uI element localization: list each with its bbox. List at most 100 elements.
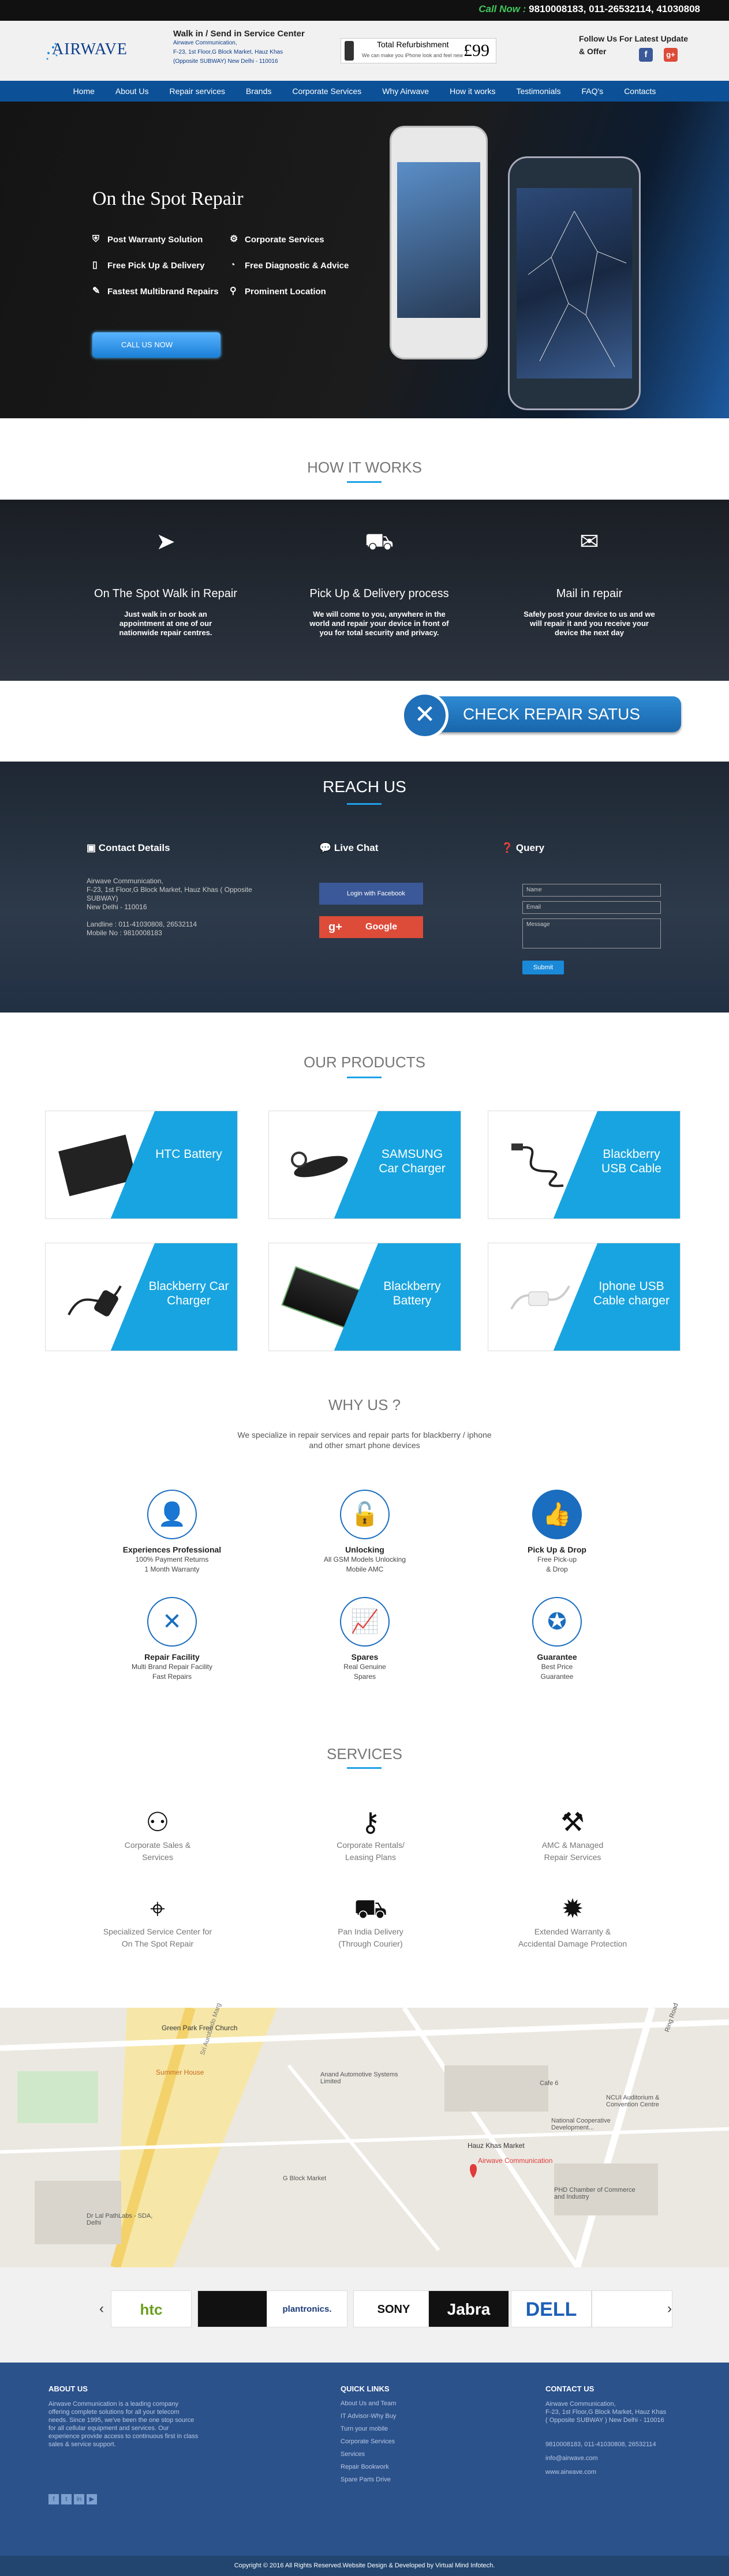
service-item: ✹ Extended Warranty & Accidental Damage Pr…	[498, 1892, 648, 1949]
hero-title: On the Spot Repair	[92, 188, 244, 209]
nav-contacts[interactable]: Contacts	[614, 81, 666, 102]
call-us-button[interactable]: CALL US NOW	[92, 332, 220, 358]
chevron-left-icon[interactable]: ‹	[99, 2301, 104, 2317]
logo-text: AIRWAVE	[52, 40, 128, 58]
check-label: CHECK REPAIR SATUS	[463, 705, 641, 723]
social-icons: f t in ▶	[48, 2494, 97, 2504]
google-login-button[interactable]: g+ Google	[319, 916, 423, 938]
service-item: ⛟ Pan India Delivery (Through Courier)	[296, 1892, 446, 1949]
title-underline	[347, 1077, 382, 1078]
call-numbers[interactable]: 9810008183, 011-26532114, 41030808	[529, 3, 700, 14]
step-text: We will come to you, anywhere in the wor…	[309, 610, 449, 637]
services-title: SERVICES	[326, 1745, 402, 1763]
product-card[interactable]: Blackberry Car Charger	[45, 1243, 238, 1351]
why-title: WHY US ?	[328, 1396, 401, 1413]
links-heading: QUICK LINKS	[341, 2384, 390, 2393]
nav-why[interactable]: Why Airwave	[372, 81, 439, 102]
brand-logo-dell[interactable]: DELL	[511, 2290, 592, 2327]
email-field[interactable]: Email	[522, 901, 661, 914]
quick-link[interactable]: Turn your mobile	[341, 2423, 396, 2435]
usb-cable-image	[506, 1137, 575, 1194]
google-plus-icon: g+	[328, 921, 342, 933]
product-name: HTC Battery	[155, 1148, 222, 1161]
youtube-icon[interactable]: ▶	[87, 2494, 97, 2504]
nav-how[interactable]: How it works	[439, 81, 506, 102]
refurb-banner[interactable]: Total Refurbishment We can make you iPho…	[341, 38, 496, 63]
nav-testimonials[interactable]: Testimonials	[506, 81, 571, 102]
nav-brands[interactable]: Brands	[235, 81, 282, 102]
feature-item: ◔ Free Diagnostic & Advice	[230, 260, 349, 271]
google-plus-icon[interactable]: g+	[664, 48, 678, 62]
facebook-icon[interactable]: f	[639, 48, 653, 62]
thumbs-up-icon: 👍	[532, 1490, 582, 1539]
submit-button[interactable]: Submit	[522, 961, 564, 974]
name-field[interactable]: Name	[522, 884, 661, 897]
location-map[interactable]: Green Park Free Church Summer House Anan…	[0, 2002, 729, 2267]
walkin-line: F-23, 1st Floor,G Block Market, Hauz Kha…	[173, 49, 283, 55]
brand-logo-jabra[interactable]: Jabra	[428, 2290, 509, 2327]
quick-link[interactable]: About Us and Team	[341, 2397, 396, 2410]
check-repair-status-button[interactable]: ✕ CHECK REPAIR SATUS	[401, 692, 681, 739]
brand-logo-apple[interactable]	[592, 2290, 672, 2327]
map-label: Dr Lal PathLabs - SDA, Delhi	[87, 2213, 153, 2226]
walkin-line: (Opposite SUBWAY) New Delhi - 110016	[173, 58, 278, 65]
refurb-price: £99	[463, 41, 489, 60]
map-label: Anand Automotive Systems Limited	[320, 2071, 398, 2085]
linkedin-icon[interactable]: in	[74, 2494, 84, 2504]
car-charger-image	[63, 1269, 132, 1326]
quick-link[interactable]: Corporate Services	[341, 2435, 396, 2448]
unlock-icon: 🔓	[340, 1490, 390, 1539]
how-step: ➤ On The Spot Walk in Repair Just walk i…	[70, 528, 261, 638]
nav-corporate[interactable]: Corporate Services	[282, 81, 372, 102]
chevron-right-icon[interactable]: ›	[667, 2301, 672, 2317]
title-underline	[347, 481, 382, 483]
product-name: Blackberry USB Cable	[601, 1148, 661, 1175]
step-text: Safely post your device to us and we wil…	[524, 610, 655, 637]
nav-about[interactable]: About Us	[105, 81, 159, 102]
why-item: 🔓 Unlocking All GSM Models Unlocking Mobile…	[296, 1490, 434, 1574]
product-card[interactable]: Iphone USB Cable charger	[488, 1243, 681, 1351]
quick-link[interactable]: Spare Parts Drive	[341, 2473, 396, 2486]
nav-faq[interactable]: FAQ's	[571, 81, 614, 102]
footer-website[interactable]: www.airwave.com	[545, 2465, 656, 2479]
quick-link[interactable]: Services	[341, 2448, 396, 2461]
twitter-icon[interactable]: t	[61, 2494, 72, 2504]
brand-carousel: ‹ htc plantronics. SONY Jabra DELL ›	[0, 2267, 729, 2363]
product-card[interactable]: SAMSUNG Car Charger	[268, 1111, 461, 1219]
how-step: ⛟ Pick Up & Delivery process We will com…	[284, 528, 474, 638]
footer-email[interactable]: info@airwave.com	[545, 2451, 656, 2465]
wrench-icon: ✎	[92, 286, 100, 296]
copyright: Copyright © 2016 All Rights Reserved.Web…	[0, 2556, 729, 2576]
brand-logo-htc[interactable]: htc	[111, 2290, 192, 2327]
tools-icon: ✕	[147, 1597, 197, 1647]
top-bar: Call Now : 9810008183, 011-26532114, 410…	[0, 0, 729, 21]
about-text: Airwave Communication is a leading compa…	[48, 2401, 199, 2448]
about-heading: ABOUT US	[48, 2384, 88, 2393]
quick-link[interactable]: IT Advisor-Why Buy	[341, 2410, 396, 2423]
product-card[interactable]: HTC Battery	[45, 1111, 238, 1219]
facebook-login-button[interactable]: Login with Facebook	[319, 883, 423, 905]
footer-contacts: 9810008183, 011-41030808, 26532114 info@…	[545, 2438, 656, 2479]
step-title: Pick Up & Delivery process	[309, 587, 449, 600]
product-card[interactable]: Blackberry Battery	[268, 1243, 461, 1351]
why-item: ✪ Guarantee Best Price Guarantee	[488, 1597, 626, 1681]
map-label: Green Park Free Church	[162, 2024, 238, 2032]
brand-logo-blackberry[interactable]	[197, 2290, 278, 2327]
feature-item: ⚙ Corporate Services	[230, 234, 324, 245]
query-heading: ❓ Query	[501, 842, 545, 853]
footer-address: Airwave Communication, F-23, 1st Floor,G …	[545, 2401, 667, 2424]
contact-heading: CONTACT US	[545, 2384, 595, 2393]
quick-link[interactable]: Repair Bookwork	[341, 2461, 396, 2473]
facebook-icon[interactable]: f	[48, 2494, 59, 2504]
map-label: G Block Market	[283, 2175, 327, 2182]
nav-home[interactable]: Home	[63, 81, 105, 102]
footer-phone[interactable]: 9810008183, 011-41030808, 26532114	[545, 2438, 656, 2451]
nav-repair[interactable]: Repair services	[159, 81, 235, 102]
product-name: SAMSUNG Car Charger	[379, 1148, 446, 1175]
message-field[interactable]: Message	[522, 918, 661, 948]
paper-plane-icon: ➤	[156, 529, 175, 554]
title-underline	[347, 1767, 382, 1769]
product-card[interactable]: Blackberry USB Cable	[488, 1111, 681, 1219]
brand-logo-sony[interactable]: SONY	[353, 2290, 434, 2327]
brand-logo-plantronics[interactable]: plantronics.	[267, 2290, 347, 2327]
